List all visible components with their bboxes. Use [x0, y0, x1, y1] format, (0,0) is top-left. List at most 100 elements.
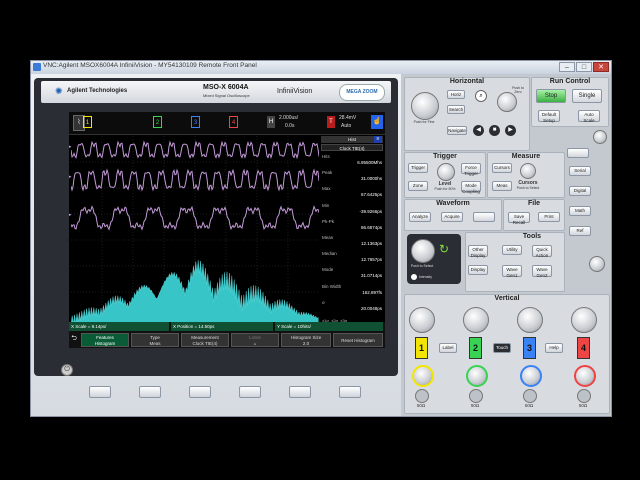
hardware-softkey-5[interactable] [289, 386, 311, 398]
power-button[interactable]: ⏻ [61, 364, 73, 376]
hardware-softkey-3[interactable] [189, 386, 211, 398]
clear-button[interactable] [473, 212, 495, 222]
channel-4-scale-knob[interactable] [571, 307, 597, 333]
channel-1-indicator[interactable]: 1 [83, 116, 92, 128]
cursors-button[interactable]: Cursors [492, 163, 512, 173]
hist-x-scale: X Scale = 9.14ps/ [69, 322, 169, 331]
nav-stop-icon[interactable]: ■ [489, 125, 500, 136]
channel-2-indicator[interactable]: 2 [153, 116, 162, 128]
horizontal-title: Horizontal [449, 78, 485, 85]
wave-gen2-button[interactable]: Wave Gen2 [532, 265, 552, 278]
scope-screen[interactable]: ⌇ 1 2 3 4 H 2.000us/ 0.0s T 28.4mV Auto … [69, 112, 385, 348]
ref-button[interactable]: Ref [569, 226, 591, 236]
hardware-softkey-1[interactable] [89, 386, 111, 398]
hardware-softkey-2[interactable] [139, 386, 161, 398]
channel-1-button[interactable]: 1 [415, 337, 428, 359]
zoom-icon[interactable]: ⌕ [475, 90, 487, 102]
acquire-button[interactable]: Acquire [441, 212, 463, 222]
channel-3-button[interactable]: 3 [523, 337, 536, 359]
utility-button[interactable]: Utility [502, 245, 522, 255]
channel-3-bnc-input [523, 389, 537, 403]
help-button[interactable]: Help [545, 343, 563, 353]
softkey-limits[interactable]: Limits ▲ [231, 333, 279, 347]
side-bottom-knob[interactable] [589, 256, 605, 272]
display-button[interactable]: Display [468, 265, 488, 275]
channel-3-indicator[interactable]: 3 [191, 116, 200, 128]
tools-section: Tools Other Display Display Utility Quic… [465, 232, 565, 292]
waveform-trace-1 [71, 140, 319, 160]
channel-4-position-knob[interactable] [574, 365, 596, 387]
digital-button[interactable]: Digital [569, 186, 591, 196]
channel-4-button[interactable]: 4 [577, 337, 590, 359]
channel-2-position-knob[interactable] [466, 365, 488, 387]
minimize-button[interactable]: – [559, 62, 575, 72]
maximize-button[interactable]: □ [576, 62, 592, 72]
channel-3-position-knob[interactable] [520, 365, 542, 387]
force-trigger-button[interactable]: Force Trigger [461, 163, 481, 176]
run-stop-button[interactable]: Stop [536, 89, 566, 103]
series-name: InfiniiVision [277, 88, 313, 95]
trigger-level-knob[interactable] [437, 163, 455, 181]
horizontal-position-knob[interactable] [497, 92, 517, 112]
timebase-scale: 2.000us/ [279, 115, 299, 121]
quick-action-button[interactable]: Quick Action [532, 245, 552, 258]
horiz-button[interactable]: Horiz [447, 90, 465, 99]
auto-scale-button[interactable]: Auto Scale [578, 110, 600, 123]
meas-row-value: -39.9266ps [359, 208, 382, 214]
side-button-blank[interactable] [567, 148, 589, 158]
math-button[interactable]: Math [569, 206, 591, 216]
navigate-button[interactable]: Navigate [447, 126, 467, 135]
cursors-knob[interactable] [520, 163, 536, 179]
title-bar[interactable]: VNC:Agilent MSOX6004A InfiniiVision - MY… [31, 61, 611, 75]
horizontal-scale-knob[interactable] [411, 92, 439, 120]
serial-button[interactable]: Serial [569, 166, 591, 176]
panel-menu-icon[interactable]: ≡ [374, 136, 382, 143]
nav-forward-icon[interactable]: ▶ [505, 125, 516, 136]
single-button[interactable]: Single [572, 89, 602, 103]
entry-knob[interactable] [411, 239, 435, 263]
waveform-title: Waveform [436, 200, 470, 207]
save-recall-button[interactable]: Save Recall [508, 212, 530, 225]
softkey-measurement[interactable]: Measurement Clock TIE(4) [181, 333, 229, 347]
default-setup-button[interactable]: Default Setup [538, 110, 560, 123]
channel-2-button[interactable]: 2 [469, 337, 482, 359]
zone-button[interactable]: Zone [408, 181, 428, 191]
softkey-reset-histogram[interactable]: Reset Histogram [333, 333, 383, 347]
cursor-side-knob[interactable] [593, 130, 607, 144]
mode-coupling-button[interactable]: Mode Coupling [461, 181, 481, 194]
print-button[interactable]: Print [538, 212, 560, 222]
search-button[interactable]: Search [447, 105, 465, 114]
channel-1-position-knob[interactable] [412, 365, 434, 387]
vertical-title: Vertical [494, 295, 520, 302]
back-arrow-icon[interactable]: ⮌ [69, 334, 79, 346]
measurement-panel[interactable]: Hist ≡ Clock TIE(4) ±1σ ±2σ ±3σ 65.4% 99… [321, 136, 383, 344]
wave-gen1-button[interactable]: Wave Gen1 [502, 265, 522, 278]
close-button[interactable]: ✕ [593, 62, 609, 72]
window-title: VNC:Agilent MSOX6004A InfiniiVision - MY… [43, 62, 257, 69]
channel-2-scale-knob[interactable] [463, 307, 489, 333]
model-name: MSO-X 6004A [203, 84, 249, 91]
touch-button[interactable]: Touch [493, 343, 511, 353]
softkey-histogram-size[interactable]: Histogram Size 2.0 [281, 333, 331, 347]
meas-row-value: 67.6425ps [360, 192, 382, 198]
channel-4-indicator[interactable]: 4 [229, 116, 238, 128]
channel-1-bnc-input [415, 389, 429, 403]
meas-row-value: 12.7657ps [360, 257, 382, 263]
entry-knob-area: ↻ Push to Select Intensity [407, 234, 461, 284]
level-sub-label: Push for 50% [434, 187, 456, 191]
graticule[interactable]: ▸ ▸ ▸ [69, 136, 319, 344]
softkey-features[interactable]: Features Histogram [81, 333, 129, 347]
meas-row-value: 12.1363ps [360, 241, 382, 246]
hardware-softkey-4[interactable] [239, 386, 261, 398]
channel-1-scale-knob[interactable] [409, 307, 435, 333]
channel-3-scale-knob[interactable] [517, 307, 543, 333]
hardware-softkey-6[interactable] [339, 386, 361, 398]
nav-back-icon[interactable]: ◀ [473, 125, 484, 136]
trigger-button[interactable]: Trigger [408, 163, 428, 173]
meas-button[interactable]: Meas [492, 181, 512, 191]
other-display-button[interactable]: Other Display [468, 245, 488, 258]
touch-icon[interactable]: ☝ [371, 115, 383, 129]
softkey-type[interactable]: Type Meas [131, 333, 179, 347]
analyze-button[interactable]: Analyze [409, 212, 431, 222]
label-button[interactable]: Label [439, 343, 457, 353]
